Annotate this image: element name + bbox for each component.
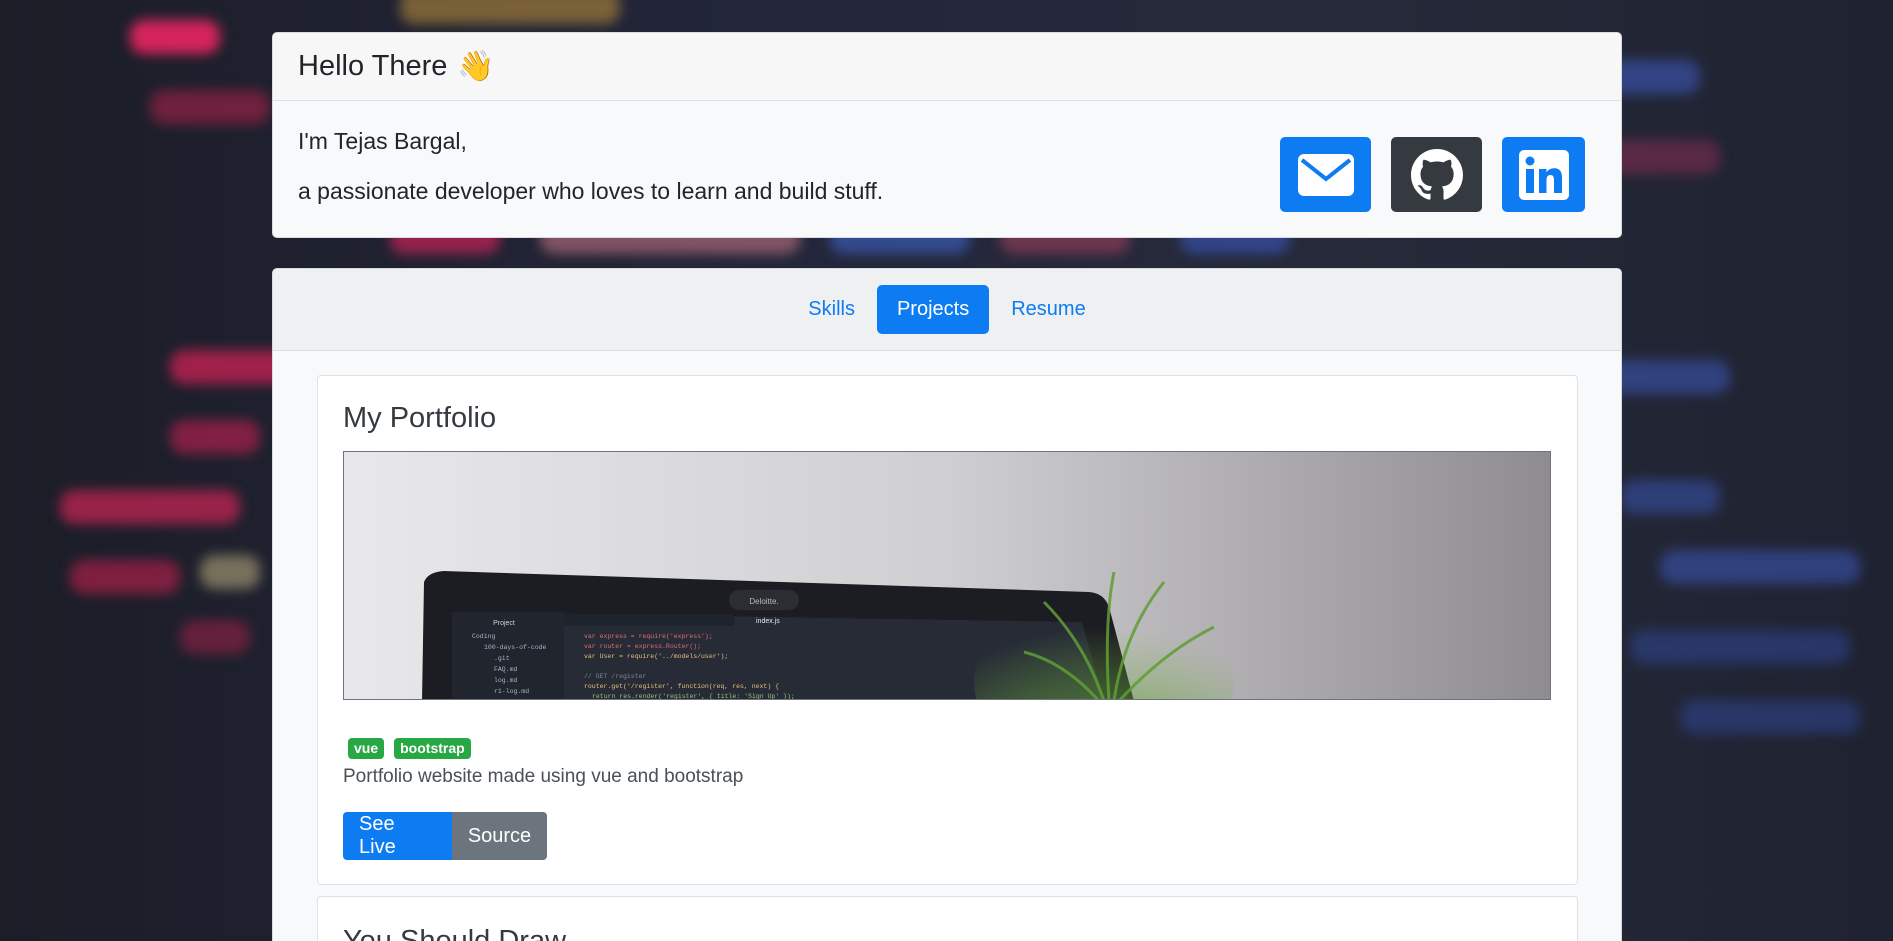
source-button[interactable]: Source bbox=[452, 812, 547, 860]
intro-card: Hello There 👋 I'm Tejas Bargal, a passio… bbox=[272, 32, 1622, 238]
tag-badge: bootstrap bbox=[394, 738, 471, 759]
social-links bbox=[1280, 137, 1585, 212]
tag-list: vue bootstrap bbox=[348, 738, 471, 759]
tab-bar: Skills Projects Resume bbox=[273, 269, 1621, 351]
linkedin-button[interactable] bbox=[1502, 137, 1585, 212]
tab-skills[interactable]: Skills bbox=[788, 285, 875, 334]
project-description: Portfolio website made using vue and boo… bbox=[343, 766, 744, 787]
github-button[interactable] bbox=[1391, 137, 1482, 212]
tree-item: 100-days-of-code bbox=[484, 644, 547, 651]
tree-item: FAQ.md bbox=[494, 666, 518, 673]
code-line: var express = require('express'); bbox=[584, 633, 713, 640]
project-title: My Portfolio bbox=[343, 402, 497, 434]
laptop-code-image: Deloitte. Project Coding 100-days-of-cod… bbox=[344, 452, 1550, 700]
github-icon bbox=[1410, 148, 1463, 200]
project-title: You Should Draw bbox=[343, 925, 567, 941]
laptop-brand: Deloitte. bbox=[749, 597, 778, 606]
tab-resume[interactable]: Resume bbox=[991, 285, 1105, 334]
tab-projects[interactable]: Projects bbox=[876, 285, 990, 334]
tag-badge: vue bbox=[348, 738, 385, 759]
code-line: return res.render('register', { title: '… bbox=[592, 693, 795, 700]
tree-item: Coding bbox=[472, 633, 496, 640]
code-line: var User = require('../models/user'); bbox=[584, 653, 728, 660]
editor-tab: index.js bbox=[756, 618, 780, 625]
code-line: router.get('/register', function(req, re… bbox=[584, 683, 779, 690]
waving-hand-icon: 👋 bbox=[457, 50, 495, 83]
code-line: var router = express.Router(); bbox=[584, 643, 701, 650]
project-thumbnail: Deloitte. Project Coding 100-days-of-cod… bbox=[343, 451, 1551, 700]
code-line: // GET /register bbox=[584, 673, 647, 680]
intro-card-body: I'm Tejas Bargal, a passionate developer… bbox=[273, 101, 1621, 231]
tree-item: r1-log.md bbox=[494, 688, 529, 695]
email-button[interactable] bbox=[1280, 137, 1371, 212]
tree-item: log.md bbox=[494, 677, 518, 684]
content-card: Skills Projects Resume My Portfolio Delo… bbox=[272, 268, 1622, 941]
intro-card-header: Hello There 👋 bbox=[273, 33, 1621, 101]
project-card: My Portfolio Deloitte. Project Coding 10… bbox=[317, 375, 1578, 885]
project-card: You Should Draw bbox=[317, 896, 1578, 941]
linkedin-icon bbox=[1518, 149, 1569, 200]
editor-sidebar-header: Project bbox=[493, 620, 515, 627]
project-actions: See Live Source bbox=[343, 812, 547, 860]
see-live-button[interactable]: See Live bbox=[343, 812, 452, 860]
envelope-icon bbox=[1297, 153, 1354, 196]
greeting-title: Hello There bbox=[298, 50, 448, 82]
tree-item: .git bbox=[494, 655, 510, 662]
